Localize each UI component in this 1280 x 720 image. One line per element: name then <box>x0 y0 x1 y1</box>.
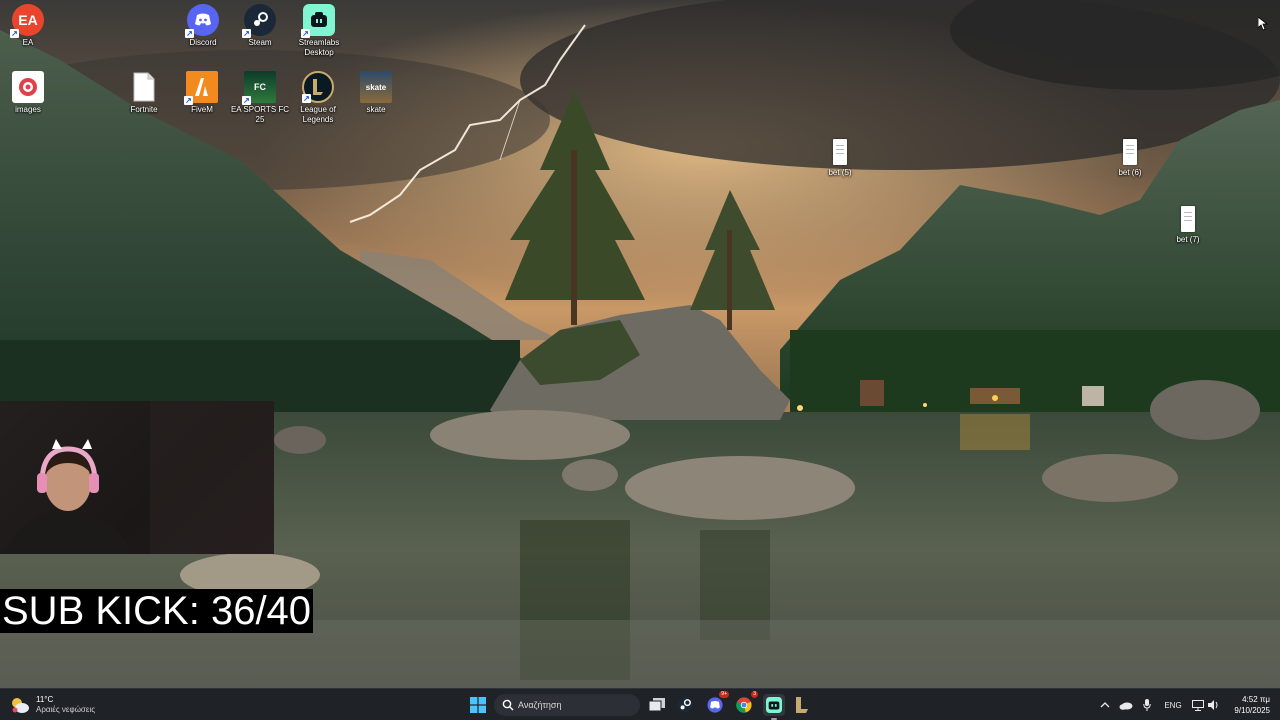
ea-fc25-icon: FC ↗ <box>242 71 276 105</box>
chrome-notification-badge: 3 <box>751 691 758 698</box>
desktop-icon-bet-5[interactable]: bet (5) <box>808 139 872 178</box>
desktop-icon-fortnite[interactable]: Fortnite <box>112 71 176 115</box>
clock-time: 4:52 πμ <box>1242 695 1270 704</box>
desktop-icon-label: Streamlabs Desktop <box>298 38 340 57</box>
desktop-icon-label: FiveM <box>191 105 213 114</box>
shortcut-arrow-icon: ↗ <box>185 29 194 38</box>
skate-icon: skate <box>360 71 392 103</box>
task-view-button[interactable] <box>646 694 668 716</box>
steam-icon <box>677 697 693 713</box>
desktop-icon-fivem[interactable]: ↗ FiveM <box>170 71 234 115</box>
ea-icon: EA ↗ <box>10 4 44 38</box>
taskbar-league-of-legends[interactable] <box>791 694 813 716</box>
discord-icon <box>707 697 723 713</box>
search-icon <box>502 699 514 711</box>
desktop-icon-label: images <box>15 105 41 114</box>
desktop-icon-ea[interactable]: EA ↗ EA <box>0 4 60 48</box>
windows-start-icon <box>470 697 486 713</box>
ea-glyph: EA <box>18 12 38 28</box>
sub-kick-counter: SUB KICK: 36/40 <box>0 589 313 633</box>
taskbar: 11°C Αραιές νεφώσεις Αναζήτηση 9+ 3 ENG … <box>0 688 1280 720</box>
shortcut-arrow-icon: ↗ <box>242 96 251 105</box>
images-icon <box>12 71 44 103</box>
desktop-icon-label: bet (5) <box>828 168 852 177</box>
fivem-icon: ↗ <box>184 71 218 105</box>
webcam-overlay <box>0 401 274 554</box>
desktop-icon-label: League of Legends <box>300 105 336 124</box>
webcam-person-image <box>5 401 274 554</box>
weather-widget[interactable]: 11°C Αραιές νεφώσεις <box>10 693 95 717</box>
language-indicator[interactable]: ENG <box>1164 698 1182 712</box>
weather-text: 11°C Αραιές νεφώσεις <box>36 695 95 715</box>
taskbar-search-box[interactable]: Αναζήτηση <box>494 694 640 716</box>
skate-glyph: skate <box>365 82 387 92</box>
desktop-icon-bet-6[interactable]: bet (6) <box>1098 139 1162 178</box>
file-icon <box>1123 139 1137 165</box>
system-clock[interactable]: 4:52 πμ 9/10/2025 <box>1234 694 1270 716</box>
desktop-icon-label: skate <box>366 105 386 114</box>
desktop-icon-label: bet (6) <box>1118 168 1142 177</box>
desktop-icon-steam[interactable]: ↗ Steam <box>228 4 292 48</box>
shortcut-arrow-icon: ↗ <box>301 29 310 38</box>
file-icon <box>833 139 847 165</box>
onedrive-cloud-icon[interactable] <box>1119 698 1133 712</box>
desktop-icon-streamlabs[interactable]: ↗ Streamlabs Desktop <box>287 4 351 58</box>
shortcut-arrow-icon: ↗ <box>184 96 193 105</box>
ea-fc25-glyph: FC <box>254 82 266 92</box>
mouse-cursor-icon <box>1258 17 1268 31</box>
league-of-legends-icon <box>796 697 808 713</box>
task-view-icon <box>649 698 665 712</box>
network-monitor-icon[interactable] <box>1191 698 1205 712</box>
desktop-icon-label: Steam <box>248 38 272 47</box>
fortnite-file-icon <box>128 71 160 103</box>
desktop-icon-label: EA <box>22 38 34 47</box>
desktop-icon-bet-7[interactable]: bet (7) <box>1156 206 1220 245</box>
start-button[interactable] <box>467 694 489 716</box>
chrome-icon <box>736 697 752 713</box>
shortcut-arrow-icon: ↗ <box>302 94 311 103</box>
league-of-legends-icon: ↗ <box>302 71 334 103</box>
taskbar-chrome[interactable]: 3 <box>733 691 758 716</box>
discord-notification-badge: 9+ <box>719 691 729 698</box>
desktop-icon-league-of-legends[interactable]: ↗ League of Legends <box>286 71 350 125</box>
steam-icon: ↗ <box>242 4 276 38</box>
desktop-icon-skate[interactable]: skate skate <box>344 71 408 115</box>
desktop-icon-label: EA SPORTS FC 25 <box>230 105 290 124</box>
weather-desc: Αραιές νεφώσεις <box>36 705 96 714</box>
volume-speaker-icon[interactable] <box>1207 698 1221 712</box>
discord-icon: ↗ <box>185 4 219 38</box>
desktop-icon-ea-fc25[interactable]: FC ↗ EA SPORTS FC 25 <box>228 71 292 125</box>
shortcut-arrow-icon: ↗ <box>242 29 251 38</box>
microphone-icon[interactable] <box>1140 698 1154 712</box>
desktop-icon-label: bet (7) <box>1176 235 1200 244</box>
weather-temp: 11°C <box>36 695 54 704</box>
desktop-icon-label: Discord <box>189 38 217 47</box>
shortcut-arrow-icon: ↗ <box>10 29 19 38</box>
clock-date: 9/10/2025 <box>1234 706 1270 715</box>
weather-cloud-icon <box>12 698 29 713</box>
streamlabs-icon <box>766 697 782 713</box>
taskbar-steam[interactable] <box>674 694 696 716</box>
taskbar-discord[interactable]: 9+ <box>704 691 729 716</box>
streamlabs-icon: ↗ <box>301 4 335 38</box>
taskbar-streamlabs[interactable] <box>763 694 785 720</box>
file-icon <box>1181 206 1195 232</box>
show-hidden-icons-chevron-up-icon[interactable] <box>1098 698 1112 712</box>
search-placeholder: Αναζήτηση <box>518 700 562 710</box>
desktop-icon-discord[interactable]: ↗ Discord <box>171 4 235 48</box>
desktop-icon-label: Fortnite <box>130 105 158 114</box>
desktop-icon-images[interactable]: images <box>0 71 60 115</box>
